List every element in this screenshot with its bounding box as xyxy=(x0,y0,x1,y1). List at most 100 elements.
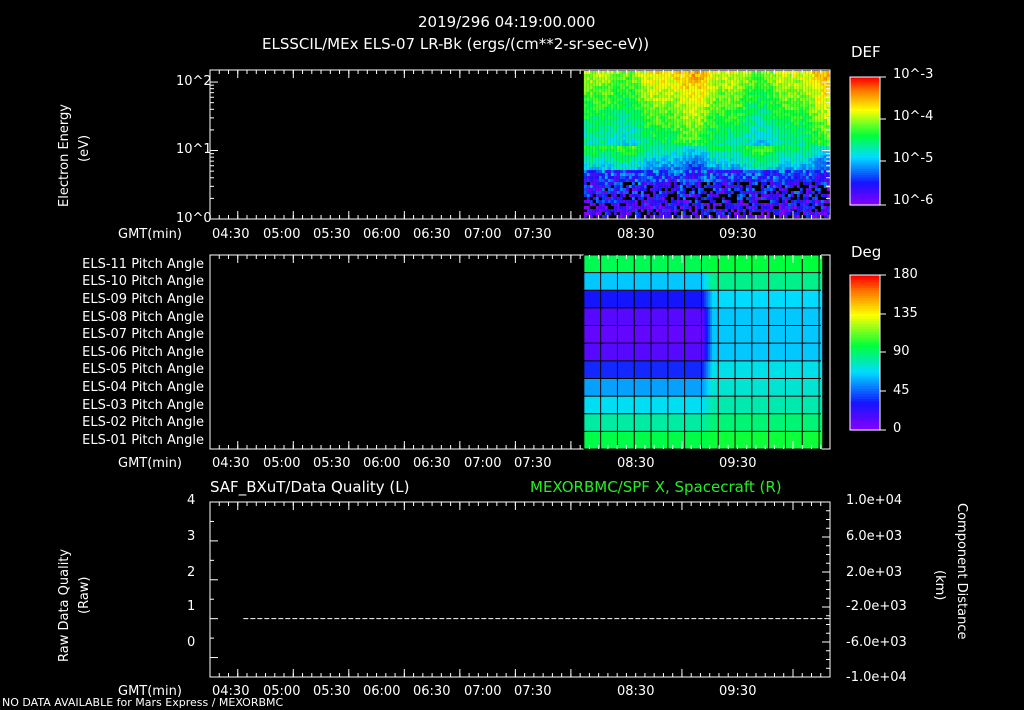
spectrogram-cell xyxy=(749,77,752,80)
spectrogram-cell xyxy=(632,188,635,191)
spectrogram-cell xyxy=(806,149,809,152)
spectrogram-cell xyxy=(587,122,590,125)
spectrogram-cell xyxy=(707,188,710,191)
spectrogram-cell xyxy=(671,77,674,80)
spectrogram-cell xyxy=(770,86,773,89)
spectrogram-cell xyxy=(812,143,815,146)
spectrogram-cell xyxy=(689,113,692,116)
spectrogram-cell xyxy=(812,80,815,83)
spectrogram-cell xyxy=(710,110,713,113)
spectrogram-cell xyxy=(800,155,803,158)
spectrogram-cell xyxy=(728,158,731,161)
spectrogram-cell xyxy=(824,158,827,161)
spectrogram-cell xyxy=(752,203,755,206)
spectrogram-cell xyxy=(800,107,803,110)
spectrogram-cell xyxy=(626,203,629,206)
spectrogram-cell xyxy=(716,155,719,158)
spectrogram-cell xyxy=(812,98,815,101)
spectrogram-cell xyxy=(722,194,725,197)
spectrogram-cell xyxy=(659,167,662,170)
spectrogram-cell xyxy=(713,98,716,101)
spectrogram-cell xyxy=(638,188,641,191)
spectrogram-cell xyxy=(782,152,785,155)
spectrogram-cell xyxy=(803,119,806,122)
spectrogram-cell xyxy=(809,119,812,122)
spectrogram-cell xyxy=(773,179,776,182)
spectrogram-cell xyxy=(827,122,830,125)
spectrogram-cell xyxy=(800,182,803,185)
spectrogram-cell xyxy=(761,71,764,74)
spectrogram-cell xyxy=(629,191,632,194)
spectrogram-cell xyxy=(650,203,653,206)
spectrogram-cell xyxy=(770,140,773,143)
spectrogram-cell xyxy=(797,137,800,140)
spectrogram-cell xyxy=(818,86,821,89)
spectrogram-cell xyxy=(623,176,626,179)
spectrogram-cell xyxy=(761,86,764,89)
spectrogram-cell xyxy=(590,179,593,182)
spectrogram-cell xyxy=(599,167,602,170)
spectrogram-cell xyxy=(704,116,707,119)
spectrogram-cell xyxy=(710,167,713,170)
spectrogram-cell xyxy=(620,179,623,182)
spectrogram-cell xyxy=(803,167,806,170)
spectrogram-cell xyxy=(686,173,689,176)
spectrogram-cell xyxy=(626,113,629,116)
spectrogram-cell xyxy=(593,170,596,173)
spectrogram-cell xyxy=(758,140,761,143)
spectrogram-cell xyxy=(692,191,695,194)
spectrogram-cell xyxy=(638,101,641,104)
spectrogram-cell xyxy=(668,134,671,137)
spectrogram-cell xyxy=(707,131,710,134)
spectrogram-cell xyxy=(710,212,713,215)
spectrogram-cell xyxy=(716,98,719,101)
spectrogram-cell xyxy=(746,122,749,125)
spectrogram-cell xyxy=(824,191,827,194)
spectrogram-cell xyxy=(698,125,701,128)
spectrogram-cell xyxy=(764,143,767,146)
spectrogram-cell xyxy=(818,119,821,122)
spectrogram-cell xyxy=(755,173,758,176)
spectrogram-cell xyxy=(653,203,656,206)
spectrogram-cell xyxy=(608,92,611,95)
spectrogram-cell xyxy=(611,149,614,152)
spectrogram-cell xyxy=(695,185,698,188)
spectrogram-cell xyxy=(674,119,677,122)
spectrogram-cell xyxy=(773,161,776,164)
spectrogram-cell xyxy=(701,74,704,77)
spectrogram-cell xyxy=(590,125,593,128)
spectrogram-cell xyxy=(599,116,602,119)
spectrogram-cell xyxy=(809,164,812,167)
spectrogram-cell xyxy=(767,200,770,203)
spectrogram-cell xyxy=(755,161,758,164)
spectrogram-cell xyxy=(800,122,803,125)
spectrogram-cell xyxy=(785,173,788,176)
spectrogram-cell xyxy=(641,200,644,203)
spectrogram-cell xyxy=(629,131,632,134)
spectrogram-cell xyxy=(803,179,806,182)
spectrogram-cell xyxy=(728,185,731,188)
spectrogram-cell xyxy=(662,98,665,101)
spectrogram-cell xyxy=(623,158,626,161)
spectrogram-cell xyxy=(689,119,692,122)
spectrogram-cell xyxy=(641,155,644,158)
spectrogram-cell xyxy=(821,170,824,173)
spectrogram-cell xyxy=(680,86,683,89)
spectrogram-cell xyxy=(662,83,665,86)
spectrogram-cell xyxy=(716,116,719,119)
spectrogram-cell xyxy=(587,113,590,116)
spectrogram-cell xyxy=(659,83,662,86)
spectrogram-cell xyxy=(770,125,773,128)
spectrogram-cell xyxy=(782,188,785,191)
spectrogram-cell xyxy=(713,203,716,206)
spectrogram-cell xyxy=(725,77,728,80)
spectrogram-cell xyxy=(683,107,686,110)
spectrogram-cell xyxy=(746,149,749,152)
spectrogram-cell xyxy=(599,203,602,206)
spectrogram-cell xyxy=(614,185,617,188)
spectrogram-cell xyxy=(827,167,830,170)
spectrogram-cell xyxy=(614,89,617,92)
spectrogram-cell xyxy=(767,179,770,182)
spectrogram-cell xyxy=(593,113,596,116)
spectrogram-cell xyxy=(749,173,752,176)
